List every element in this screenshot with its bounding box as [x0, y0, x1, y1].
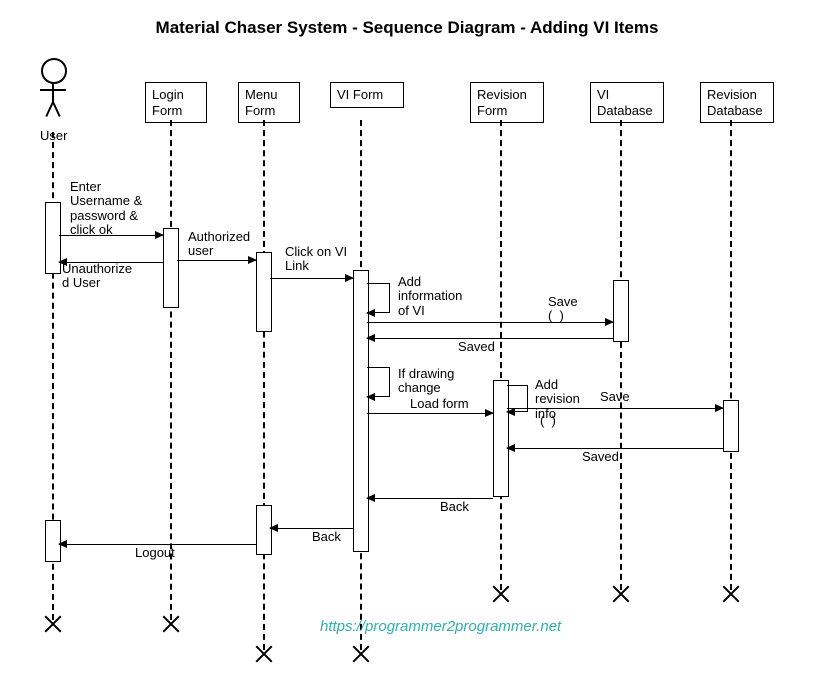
actor-legs-icon	[40, 112, 66, 126]
lifeline-revdb	[730, 120, 732, 590]
msg-logout: Logout	[135, 546, 175, 560]
participant-vidb: VI Database	[590, 82, 664, 123]
participant-revdb: Revision Database	[700, 82, 774, 123]
msg-back2: Back	[312, 530, 341, 544]
msg-paren: ( )	[540, 414, 556, 428]
msg-enter: Enter Username & password & click ok	[70, 180, 142, 237]
arrow-clickvi	[270, 278, 353, 279]
destroy-revdb-icon	[722, 585, 740, 603]
lifeline-revform	[500, 120, 502, 590]
msg-drawing: If drawing change	[398, 367, 454, 396]
participant-revform: Revision Form	[470, 82, 544, 123]
watermark-text: https://programmer2programmer.net	[320, 618, 561, 635]
msg-unauth: Unauthorize d User	[62, 262, 132, 291]
arrow-save1	[367, 322, 613, 323]
diagram-title: Material Chaser System - Sequence Diagra…	[0, 18, 814, 38]
msg-saved2: Saved	[582, 450, 619, 464]
destroy-viform-icon	[352, 645, 370, 663]
msg-auth: Authorized user	[188, 230, 250, 259]
lifeline-vidb	[620, 120, 622, 590]
participant-menu: Menu Form	[238, 82, 300, 123]
actor-head-icon	[41, 58, 67, 84]
arrow-enter	[59, 235, 163, 236]
arrow-auth	[177, 260, 256, 261]
msg-loadform: Load form	[410, 397, 469, 411]
selfmsg-drawing	[367, 367, 390, 397]
activation-menu-1	[256, 252, 272, 332]
participant-login: Login Form	[145, 82, 207, 123]
arrow-loadform	[367, 413, 493, 414]
destroy-vidb-icon	[612, 585, 630, 603]
msg-addvi: Add information of VI	[398, 275, 462, 318]
msg-clickvi: Click on VI Link	[285, 245, 347, 274]
actor-user: User	[40, 58, 67, 143]
arrow-back1	[367, 498, 493, 499]
destroy-menu-icon	[255, 645, 273, 663]
destroy-revform-icon	[492, 585, 510, 603]
msg-saved1: Saved	[458, 340, 495, 354]
activation-vidb-1	[613, 280, 629, 342]
msg-save1: Save ( )	[548, 295, 578, 324]
arrow-save2	[507, 408, 723, 409]
activation-login-1	[163, 228, 179, 308]
activation-revdb-1	[723, 400, 739, 452]
destroy-user-icon	[44, 615, 62, 633]
actor-body-icon	[40, 84, 66, 112]
lifeline-menu	[263, 120, 265, 650]
msg-back1: Back	[440, 500, 469, 514]
selfmsg-addvi	[367, 283, 390, 313]
sequence-diagram: Material Chaser System - Sequence Diagra…	[0, 0, 814, 680]
msg-save2: Save	[600, 390, 630, 404]
participant-viform: VI Form	[330, 82, 404, 108]
destroy-login-icon	[162, 615, 180, 633]
